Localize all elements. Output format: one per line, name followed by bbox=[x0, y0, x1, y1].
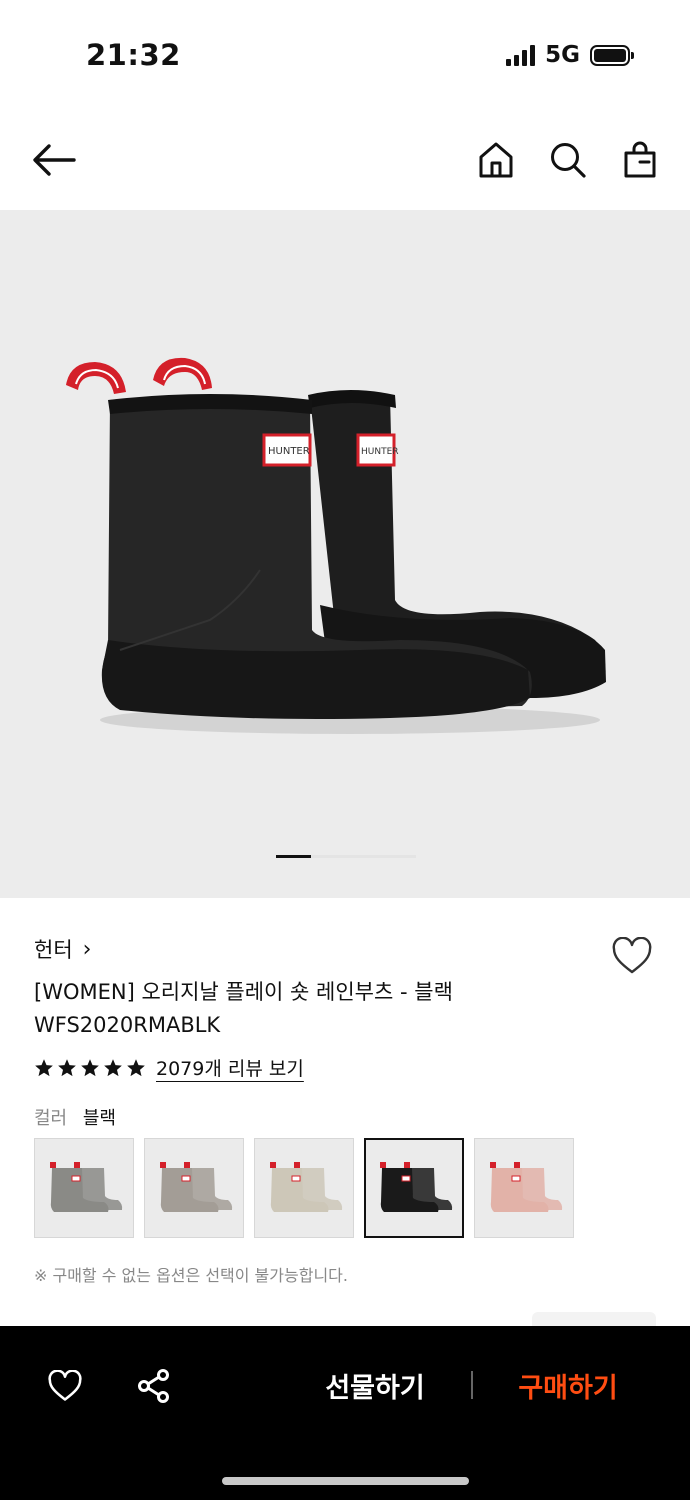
swatch-boot-image bbox=[50, 1162, 123, 1212]
battery-icon bbox=[590, 44, 634, 66]
heart-icon bbox=[48, 1370, 82, 1401]
chevron-right-icon: › bbox=[82, 936, 92, 962]
boot-logo-front: HUNTER bbox=[268, 446, 310, 457]
home-icon bbox=[479, 142, 513, 178]
buy-button[interactable]: 구매하기 bbox=[490, 1360, 646, 1410]
search-icon bbox=[551, 143, 586, 178]
carousel-pager bbox=[276, 855, 416, 858]
signal-icon bbox=[506, 44, 536, 66]
home-indicator bbox=[222, 1477, 469, 1485]
star-icon bbox=[35, 1058, 53, 1076]
product-image: HUNTER HUNTER bbox=[66, 357, 606, 734]
shopping-bag-icon bbox=[624, 141, 656, 178]
network-label: 5G bbox=[545, 42, 580, 68]
brand-link[interactable]: 헌터 › bbox=[34, 934, 91, 964]
boot-logo-back: HUNTER bbox=[361, 447, 399, 457]
status-time: 21:32 bbox=[86, 38, 181, 72]
review-link[interactable]: 2079개 리뷰 보기 bbox=[156, 1054, 304, 1081]
search-button[interactable] bbox=[544, 136, 592, 184]
star-icon bbox=[104, 1058, 122, 1076]
color-swatch[interactable] bbox=[364, 1138, 464, 1238]
product-title: [WOMEN] 오리지날 플레이 숏 레인부츠 - 블랙 bbox=[34, 980, 453, 1004]
color-row: 컬러 블랙 bbox=[34, 1104, 116, 1130]
wishlist-bottom-button[interactable] bbox=[41, 1362, 89, 1410]
rating-stars bbox=[34, 1058, 146, 1078]
product-code: WFS2020RMABLK bbox=[34, 1013, 221, 1037]
carousel-pager-active bbox=[276, 855, 311, 858]
product-image-carousel[interactable]: HUNTER HUNTER bbox=[0, 210, 690, 898]
swatch-boot-image bbox=[380, 1162, 453, 1212]
swatch-boot-image bbox=[490, 1162, 563, 1212]
star-icon bbox=[127, 1058, 145, 1076]
rating-row: 2079개 리뷰 보기 bbox=[34, 1054, 304, 1081]
star-icon bbox=[58, 1058, 76, 1076]
home-button[interactable] bbox=[472, 136, 520, 184]
share-icon bbox=[138, 1369, 169, 1403]
color-label: 컬러 bbox=[34, 1108, 68, 1129]
brand-name: 헌터 bbox=[34, 938, 73, 962]
swatch-boot-image bbox=[270, 1162, 343, 1212]
option-notice: ※ 구매할 수 없는 옵션은 선택이 불가능합니다. bbox=[34, 1266, 348, 1285]
gift-button[interactable]: 선물하기 bbox=[300, 1360, 450, 1410]
color-swatch[interactable] bbox=[474, 1138, 574, 1238]
heart-icon bbox=[612, 937, 652, 974]
share-button[interactable] bbox=[130, 1362, 178, 1410]
arrow-left-icon bbox=[33, 144, 76, 176]
divider bbox=[471, 1371, 473, 1399]
wishlist-button[interactable] bbox=[606, 930, 658, 982]
status-indicators: 5G bbox=[506, 42, 634, 68]
color-swatches bbox=[34, 1138, 574, 1238]
cart-button[interactable] bbox=[616, 136, 664, 184]
back-button[interactable] bbox=[30, 136, 78, 184]
bottom-action-bar: 선물하기 구매하기 bbox=[0, 1326, 690, 1500]
product-name: [WOMEN] 오리지날 플레이 숏 레인부츠 - 블랙 WFS2020RMAB… bbox=[34, 976, 594, 1042]
color-swatch[interactable] bbox=[254, 1138, 354, 1238]
color-swatch[interactable] bbox=[34, 1138, 134, 1238]
star-icon bbox=[81, 1058, 99, 1076]
swatch-boot-image bbox=[160, 1162, 233, 1212]
color-swatch[interactable] bbox=[144, 1138, 244, 1238]
status-bar: 21:32 5G bbox=[0, 0, 690, 110]
color-value: 블랙 bbox=[82, 1108, 116, 1129]
top-nav bbox=[0, 120, 690, 200]
